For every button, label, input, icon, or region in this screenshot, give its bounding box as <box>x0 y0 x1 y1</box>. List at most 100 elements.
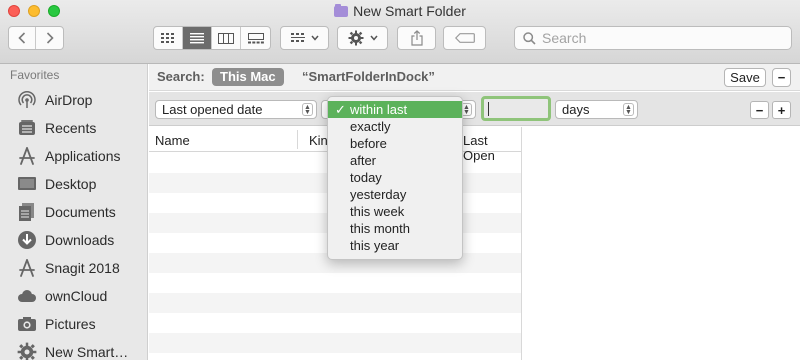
sidebar-item-label: Applications <box>45 148 121 164</box>
menu-item-label: this year <box>350 238 400 253</box>
chevron-left-icon <box>18 32 26 44</box>
sidebar-item-desktop[interactable]: Desktop <box>17 172 96 196</box>
save-button[interactable]: Save <box>724 68 766 87</box>
sidebar-item-label: Snagit 2018 <box>45 260 120 276</box>
table-row <box>149 273 521 293</box>
list-view-icon <box>190 32 204 43</box>
window-title-text: New Smart Folder <box>353 3 466 19</box>
sidebar-item-label: Documents <box>45 204 116 220</box>
scope-this-mac-button[interactable]: This Mac <box>212 68 284 86</box>
airdrop-icon <box>17 90 37 110</box>
share-button[interactable] <box>397 26 436 50</box>
unit-popup-value: days <box>562 102 590 117</box>
smart-folder-icon <box>334 4 349 17</box>
value-input[interactable] <box>481 96 551 121</box>
sidebar: Favorites AirDrop Recents Applications D… <box>0 64 148 360</box>
scope-current-folder-button[interactable]: “SmartFolderInDock” <box>302 69 435 84</box>
menu-item-this-week[interactable]: this week <box>328 203 462 220</box>
icon-view-button[interactable] <box>154 27 183 49</box>
tag-icon <box>454 33 475 43</box>
sidebar-item-owncloud[interactable]: ownCloud <box>17 284 107 308</box>
menu-item-this-month[interactable]: this month <box>328 220 462 237</box>
sidebar-item-snagit[interactable]: Snagit 2018 <box>17 256 120 280</box>
menu-item-before[interactable]: before <box>328 135 462 152</box>
menu-item-label: before <box>350 136 387 151</box>
attribute-popup[interactable]: Last opened date ▲ ▼ <box>155 100 317 119</box>
sidebar-item-documents[interactable]: Documents <box>17 200 116 224</box>
sidebar-item-new-smart-folder[interactable]: New Smart… <box>17 340 128 360</box>
recents-icon <box>17 118 37 138</box>
documents-icon <box>17 202 37 222</box>
sidebar-item-airdrop[interactable]: AirDrop <box>17 88 92 112</box>
sidebar-item-applications[interactable]: Applications <box>17 144 121 168</box>
tags-button[interactable] <box>443 26 486 50</box>
operator-dropdown-menu: ✓ within last exactly before after today … <box>327 96 463 260</box>
checkmark-icon: ✓ <box>335 102 346 117</box>
applications-icon <box>17 258 37 278</box>
gallery-icon <box>247 32 264 43</box>
menu-item-label: within last <box>350 102 408 117</box>
column-view-button[interactable] <box>212 27 241 49</box>
add-criteria-button[interactable]: + <box>772 101 791 119</box>
sidebar-item-pictures[interactable]: Pictures <box>17 312 96 336</box>
search-icon <box>523 31 536 45</box>
group-by-button[interactable] <box>280 26 329 50</box>
gear-icon <box>348 30 363 46</box>
popup-arrows-icon: ▲ ▼ <box>302 103 313 116</box>
column-divider[interactable] <box>297 130 298 149</box>
menu-item-this-year[interactable]: this year <box>328 237 462 254</box>
menu-item-yesterday[interactable]: yesterday <box>328 186 462 203</box>
menu-item-after[interactable]: after <box>328 152 462 169</box>
applications-icon <box>17 146 37 166</box>
camera-icon <box>17 314 37 334</box>
cloud-icon <box>17 286 37 306</box>
columns-icon <box>218 32 234 44</box>
sidebar-item-recents[interactable]: Recents <box>17 116 96 140</box>
list-view-button[interactable] <box>183 27 212 49</box>
menu-item-today[interactable]: today <box>328 169 462 186</box>
sidebar-item-label: AirDrop <box>45 92 93 108</box>
text-cursor <box>488 102 489 116</box>
unit-popup[interactable]: days ▲ ▼ <box>555 100 638 119</box>
menu-item-label: this week <box>350 204 405 219</box>
sidebar-item-label: Pictures <box>45 316 96 332</box>
menu-item-label: yesterday <box>350 187 407 202</box>
pane-divider <box>521 127 522 360</box>
icon-grid-icon <box>161 33 174 43</box>
back-button[interactable] <box>9 27 36 49</box>
downloads-icon <box>17 230 37 250</box>
gallery-view-button[interactable] <box>241 27 270 49</box>
menu-item-within-last[interactable]: ✓ within last <box>328 101 462 118</box>
menu-item-label: today <box>350 170 382 185</box>
chevron-down-icon <box>369 35 378 41</box>
sidebar-item-downloads[interactable]: Downloads <box>17 228 114 252</box>
search-scope-bar: Search: This Mac “SmartFolderInDock” Sav… <box>149 64 800 91</box>
attribute-popup-value: Last opened date <box>162 102 263 117</box>
table-row <box>149 333 521 353</box>
column-header-name[interactable]: Name <box>155 133 190 148</box>
table-row <box>149 313 521 333</box>
search-scope-label: Search: <box>157 69 205 84</box>
chevron-down-icon <box>310 35 319 41</box>
sidebar-item-label: New Smart… <box>45 344 129 360</box>
group-grid-icon <box>290 33 305 42</box>
table-row <box>149 293 521 313</box>
forward-button[interactable] <box>36 27 63 49</box>
sidebar-item-label: ownCloud <box>45 288 108 304</box>
sidebar-item-label: Desktop <box>45 176 97 192</box>
nav-buttons <box>8 26 64 50</box>
search-criteria-row: Last opened date ▲▼ i ▲▼ days ▲▼ − + <box>149 92 800 126</box>
search-field[interactable]: Search <box>514 26 792 50</box>
titlebar: New Smart Folder Search <box>0 0 800 64</box>
menu-item-label: after <box>350 153 377 168</box>
desktop-icon <box>17 174 37 194</box>
column-header-kind[interactable]: Kin <box>309 133 328 148</box>
gear-icon <box>17 342 37 360</box>
menu-item-label: exactly <box>350 119 391 134</box>
remove-criteria-button[interactable]: − <box>750 101 769 119</box>
menu-item-label: this month <box>350 221 410 236</box>
action-menu-button[interactable] <box>337 26 388 50</box>
remove-search-button[interactable]: − <box>772 68 791 87</box>
menu-item-exactly[interactable]: exactly <box>328 118 462 135</box>
search-placeholder: Search <box>542 30 587 46</box>
